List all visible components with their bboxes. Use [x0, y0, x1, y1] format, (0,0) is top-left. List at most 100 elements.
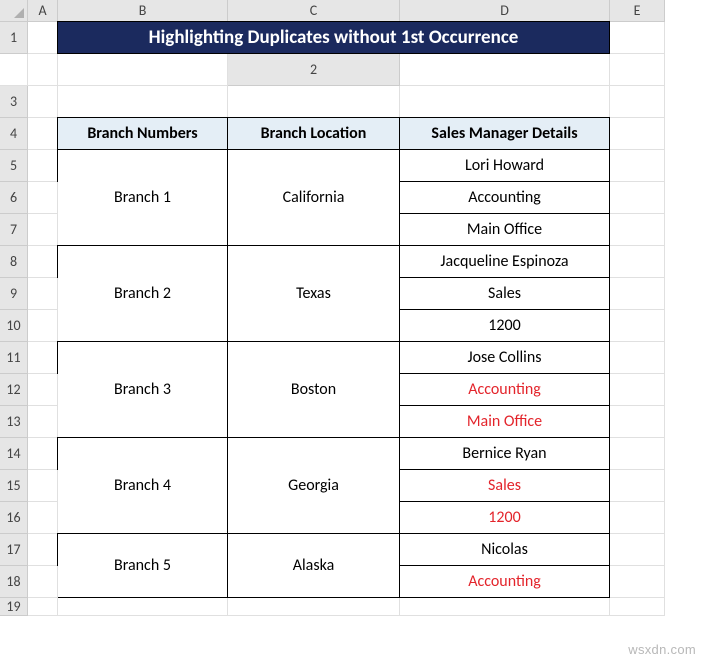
detail-cell[interactable]: Sales — [399, 277, 610, 310]
cell[interactable] — [28, 598, 58, 616]
cell[interactable] — [400, 86, 610, 118]
cell[interactable] — [610, 406, 665, 438]
row-header-19[interactable]: 19 — [0, 598, 28, 616]
branch-location[interactable]: Boston — [227, 341, 400, 438]
row-header-4[interactable]: 4 — [0, 118, 28, 150]
branch-location[interactable]: California — [227, 149, 400, 246]
row-header-14[interactable]: 14 — [0, 438, 28, 470]
cell[interactable] — [610, 86, 665, 118]
row-header-7[interactable]: 7 — [0, 214, 28, 246]
cell[interactable] — [610, 566, 665, 598]
header-branch-location[interactable]: Branch Location — [227, 117, 400, 150]
cell[interactable] — [28, 118, 58, 150]
cell[interactable] — [610, 534, 665, 566]
cell[interactable] — [28, 150, 58, 182]
branch-number[interactable]: Branch 2 — [57, 245, 228, 342]
cell[interactable] — [28, 502, 58, 534]
cell[interactable] — [610, 118, 665, 150]
cell[interactable] — [28, 214, 58, 246]
row-header-13[interactable]: 13 — [0, 406, 28, 438]
row-header-17[interactable]: 17 — [0, 534, 28, 566]
detail-cell[interactable]: Bernice Ryan — [399, 437, 610, 470]
detail-cell-duplicate[interactable]: Sales — [399, 469, 610, 502]
detail-cell[interactable]: Jose Collins — [399, 341, 610, 374]
row-header-8[interactable]: 8 — [0, 246, 28, 278]
cell[interactable] — [610, 278, 665, 310]
cell[interactable] — [610, 598, 665, 616]
row-header-16[interactable]: 16 — [0, 502, 28, 534]
cell[interactable] — [58, 86, 228, 118]
cell[interactable] — [228, 86, 400, 118]
row-header-5[interactable]: 5 — [0, 150, 28, 182]
branch-number[interactable]: Branch 1 — [57, 149, 228, 246]
cell[interactable] — [28, 566, 58, 598]
detail-cell[interactable]: Nicolas — [399, 533, 610, 566]
row-header-2[interactable]: 2 — [228, 54, 400, 86]
col-header-D[interactable]: D — [400, 0, 610, 22]
detail-cell-duplicate[interactable]: Accounting — [399, 565, 610, 598]
cell[interactable] — [610, 182, 665, 214]
cell[interactable] — [400, 598, 610, 616]
branch-location[interactable]: Georgia — [227, 437, 400, 534]
cell[interactable] — [58, 598, 228, 616]
cell[interactable] — [610, 502, 665, 534]
cell[interactable] — [28, 246, 58, 278]
row-header-1[interactable]: 1 — [0, 22, 28, 54]
cell[interactable] — [610, 470, 665, 502]
header-branch-numbers[interactable]: Branch Numbers — [57, 117, 228, 150]
detail-cell[interactable]: Jacqueline Espinoza — [399, 245, 610, 278]
row-header-11[interactable]: 11 — [0, 342, 28, 374]
detail-cell[interactable]: 1200 — [399, 309, 610, 342]
col-header-B[interactable]: B — [58, 0, 228, 22]
row-header-18[interactable]: 18 — [0, 566, 28, 598]
header-sales-manager[interactable]: Sales Manager Details — [399, 117, 610, 150]
cell[interactable] — [28, 470, 58, 502]
branch-number[interactable]: Branch 3 — [57, 341, 228, 438]
cell[interactable] — [28, 54, 58, 86]
branch-location[interactable]: Texas — [227, 245, 400, 342]
row-header-15[interactable]: 15 — [0, 470, 28, 502]
row-header-10[interactable]: 10 — [0, 310, 28, 342]
cell[interactable] — [28, 182, 58, 214]
branch-location[interactable]: Alaska — [227, 533, 400, 598]
cell[interactable] — [28, 438, 58, 470]
cell[interactable] — [28, 534, 58, 566]
detail-cell-duplicate[interactable]: Main Office — [399, 405, 610, 438]
branch-number[interactable]: Branch 5 — [57, 533, 228, 598]
cell[interactable] — [610, 342, 665, 374]
cell[interactable] — [610, 54, 665, 86]
detail-cell-duplicate[interactable]: 1200 — [399, 501, 610, 534]
cell[interactable] — [610, 150, 665, 182]
cell[interactable] — [610, 374, 665, 406]
cell[interactable] — [610, 438, 665, 470]
detail-cell[interactable]: Accounting — [399, 181, 610, 214]
cell[interactable] — [610, 246, 665, 278]
cell[interactable] — [228, 598, 400, 616]
cell[interactable] — [610, 214, 665, 246]
col-header-C[interactable]: C — [228, 0, 400, 22]
cell[interactable] — [58, 54, 228, 86]
row-header-9[interactable]: 9 — [0, 278, 28, 310]
cell[interactable] — [400, 54, 610, 86]
detail-cell[interactable]: Lori Howard — [399, 149, 610, 182]
cell[interactable] — [610, 22, 665, 54]
detail-cell-duplicate[interactable]: Accounting — [399, 373, 610, 406]
cell[interactable] — [28, 374, 58, 406]
row-header-3[interactable]: 3 — [0, 86, 28, 118]
cell[interactable] — [28, 310, 58, 342]
cell[interactable] — [28, 22, 58, 54]
cell[interactable] — [28, 342, 58, 374]
table-title[interactable]: Highlighting Duplicates without 1st Occu… — [57, 21, 610, 54]
row-header-6[interactable]: 6 — [0, 182, 28, 214]
col-header-A[interactable]: A — [28, 0, 58, 22]
select-all-corner[interactable] — [0, 0, 28, 22]
cell[interactable] — [610, 310, 665, 342]
cell[interactable] — [28, 86, 58, 118]
cell[interactable] — [28, 406, 58, 438]
cell[interactable] — [28, 278, 58, 310]
cell[interactable] — [0, 54, 28, 86]
branch-number[interactable]: Branch 4 — [57, 437, 228, 534]
col-header-E[interactable]: E — [610, 0, 665, 22]
detail-cell[interactable]: Main Office — [399, 213, 610, 246]
row-header-12[interactable]: 12 — [0, 374, 28, 406]
